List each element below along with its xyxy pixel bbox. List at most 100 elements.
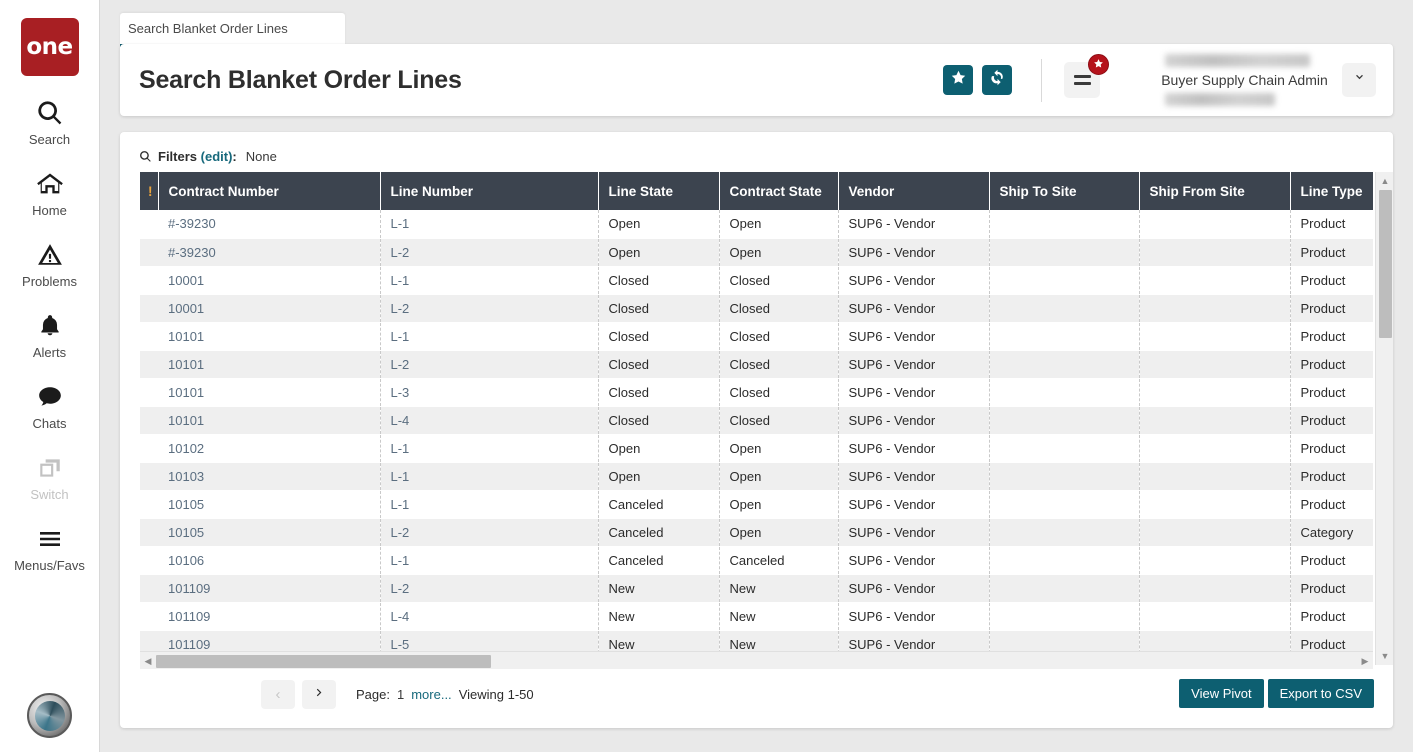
column-header-line_type[interactable]: Line Type [1290,172,1373,210]
cell-line_number[interactable]: L-2 [380,574,599,602]
hamburger-line [1073,75,1091,78]
table-row[interactable]: 10105 L-1 Canceled Open SUP6 - Vendor Product [140,490,1373,518]
page-number[interactable]: 1 [397,687,404,702]
cell-line_number[interactable]: L-1 [380,546,599,574]
cell-contract_number[interactable]: 10102 [158,434,381,462]
table-row[interactable]: #-39230 L-1 Open Open SUP6 - Vendor Product [140,210,1373,238]
filters-label: Filters [158,149,198,164]
tab-strip: Search Blanket Order Lines [100,0,1413,47]
cell-line_number[interactable]: L-2 [380,350,599,378]
view-pivot-button[interactable]: View Pivot [1179,679,1264,708]
table-row[interactable]: 10105 L-2 Canceled Open SUP6 - Vendor Categor… [140,518,1373,546]
export-to-csv-button[interactable]: Export to CSV [1267,679,1374,708]
cell-line_number[interactable]: L-1 [380,462,599,490]
cell-line_number[interactable]: L-2 [380,294,599,322]
table-row[interactable]: 10101 L-3 Closed Closed SUP6 - Vendor Product [140,378,1373,406]
sidebar-item-switch[interactable]: Switch [0,451,100,502]
table-row[interactable]: 101109 L-4 New New SUP6 - Vendor Product [140,602,1373,630]
horizontal-scrollbar-thumb[interactable] [156,655,491,668]
cell-contract_number[interactable]: #-39230 [158,238,381,266]
table-row[interactable]: 101109 L-2 New New SUP6 - Vendor Product [140,574,1373,602]
cell-contract_number[interactable]: #-39230 [158,210,381,238]
cell-ship_to_site [989,518,1140,546]
cell-contract_number[interactable]: 10101 [158,350,381,378]
cell-contract_number[interactable]: 10105 [158,518,381,546]
column-header-vendor[interactable]: Vendor [838,172,990,210]
table-row[interactable]: 10106 L-1 Canceled Canceled SUP6 - Vendor Pro… [140,546,1373,574]
sidebar-item-alerts[interactable]: Alerts [0,309,100,360]
sidebar-item-label: Switch [30,487,69,502]
column-header-line_state[interactable]: Line State [598,172,720,210]
scroll-left-arrow-icon[interactable]: ◀ [140,652,156,670]
table-row[interactable]: 10001 L-1 Closed Closed SUP6 - Vendor Product [140,266,1373,294]
one-logo[interactable]: one [20,18,79,76]
cell-ship_from_site [1139,406,1291,434]
cell-vendor: SUP6 - Vendor [838,490,990,518]
cell-ship_to_site [989,602,1140,630]
table-row[interactable]: 10101 L-2 Closed Closed SUP6 - Vendor Product [140,350,1373,378]
column-header-bang[interactable]: ! [140,172,159,210]
favorite-button[interactable] [943,65,973,95]
sidebar-item-menus-favs[interactable]: Menus/Favs [0,522,100,573]
filters-edit-link[interactable]: (edit) [201,149,233,164]
cell-line_number[interactable]: L-1 [380,322,599,350]
cell-ship_from_site [1139,210,1291,238]
cell-line_number[interactable]: L-3 [380,378,599,406]
table-row[interactable]: 10103 L-1 Open Open SUP6 - Vendor Product [140,462,1373,490]
cell-vendor: SUP6 - Vendor [838,294,990,322]
cell-contract_number[interactable]: 101109 [158,602,381,630]
cell-contract_number[interactable]: 10106 [158,546,381,574]
sidebar-item-chats[interactable]: Chats [0,380,100,431]
switch-icon [36,451,64,485]
tab-search-blanket-order-lines[interactable]: Search Blanket Order Lines [120,13,345,47]
user-avatar[interactable] [27,693,72,738]
table-row[interactable]: 10101 L-1 Closed Closed SUP6 - Vendor Product [140,322,1373,350]
sidebar-item-search[interactable]: Search [0,96,100,147]
cell-contract_number[interactable]: 10105 [158,490,381,518]
cell-ship_from_site [1139,378,1291,406]
cell-line_type: Product [1300,440,1346,456]
table-row[interactable]: #-39230 L-2 Open Open SUP6 - Vendor Product [140,238,1373,266]
column-header-ship_from_site[interactable]: Ship From Site [1139,172,1291,210]
cell-contract_number[interactable]: 101109 [158,574,381,602]
more-pages-link[interactable]: more... [411,687,451,702]
column-header-contract_number[interactable]: Contract Number [158,172,381,210]
chevron-left-icon: ‹ [275,686,281,703]
horizontal-scrollbar[interactable]: ◀ ▶ [140,651,1373,669]
column-header-ship_to_site[interactable]: Ship To Site [989,172,1140,210]
avatar-image [34,700,65,731]
cell-contract_number[interactable]: 10103 [158,462,381,490]
vertical-scrollbar[interactable]: ▲ ▼ [1375,172,1393,665]
scroll-down-arrow-icon[interactable]: ▼ [1376,647,1394,665]
cell-contract_number[interactable]: 10001 [158,266,381,294]
scroll-up-arrow-icon[interactable]: ▲ [1376,172,1394,190]
cell-contract_number[interactable]: 10101 [158,322,381,350]
cell-contract_number[interactable]: 10101 [158,406,381,434]
cell-line_number[interactable]: L-2 [380,518,599,546]
cell-contract_number[interactable]: 10101 [158,378,381,406]
cell-line_number[interactable]: L-1 [380,490,599,518]
scroll-right-arrow-icon[interactable]: ▶ [1357,652,1373,670]
column-header-line_number[interactable]: Line Number [380,172,599,210]
table-row[interactable]: 10001 L-2 Closed Closed SUP6 - Vendor Product [140,294,1373,322]
cell-contract_number[interactable]: 10001 [158,294,381,322]
cell-line_number[interactable]: L-2 [380,238,599,266]
table-row[interactable]: 10102 L-1 Open Open SUP6 - Vendor Product [140,434,1373,462]
cell-line_number[interactable]: L-4 [380,602,599,630]
refresh-button[interactable] [982,65,1012,95]
next-page-button[interactable] [302,680,336,709]
vertical-scrollbar-thumb[interactable] [1379,190,1392,338]
cell-line_number[interactable]: L-4 [380,406,599,434]
column-header-contract_state[interactable]: Contract State [719,172,839,210]
cell-line_number[interactable]: L-1 [380,434,599,462]
cell-contract_state: Closed [719,322,839,350]
user-dropdown-button[interactable] [1342,63,1376,97]
table-row[interactable]: 10101 L-4 Closed Closed SUP6 - Vendor Product [140,406,1373,434]
cell-line_number[interactable]: L-1 [380,210,599,238]
viewing-range-label: Viewing 1-50 [458,687,534,702]
page-info: Page: 1 more... Viewing 1-50 [356,687,534,702]
previous-page-button[interactable]: ‹ [261,680,295,709]
cell-line_number[interactable]: L-1 [380,266,599,294]
sidebar-item-problems[interactable]: Problems [0,238,100,289]
sidebar-item-home[interactable]: Home [0,167,100,218]
